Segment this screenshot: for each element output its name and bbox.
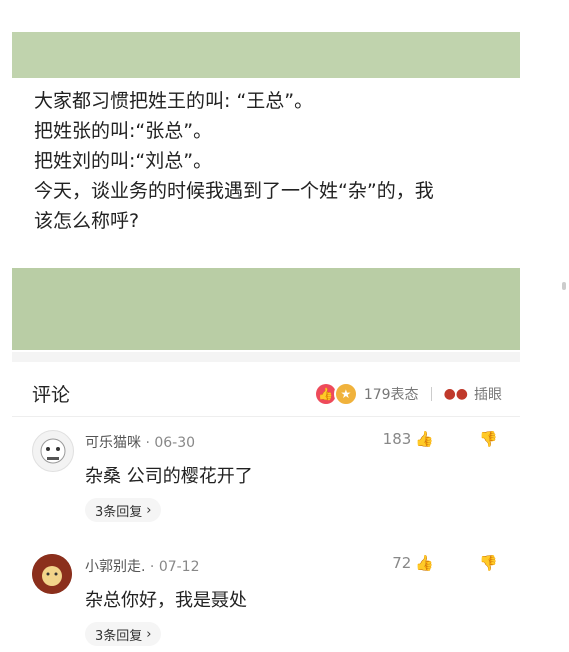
replies-button[interactable]: 3条回复 › <box>85 622 162 646</box>
thumb-up-icon: 👍 <box>415 554 434 572</box>
post-line-5: 该怎么称呼? <box>34 210 140 232</box>
divider <box>430 387 432 401</box>
comment-text: 杂总你好，我是聂处 <box>85 590 247 611</box>
reactions-count[interactable]: 179表态 <box>364 384 419 404</box>
fun-reaction-icon: ★ <box>333 382 358 406</box>
thumb-up-icon: 👍 <box>415 430 434 448</box>
thumb-down-icon[interactable]: 👎 <box>479 430 498 448</box>
comments-title: 评论 <box>32 384 71 406</box>
post-bottom-band <box>12 268 520 350</box>
thumb-down-icon[interactable]: 👎 <box>479 554 498 572</box>
replies-label: 3条回复 <box>95 628 143 644</box>
header-divider <box>12 416 520 417</box>
username[interactable]: 可乐猫咪 <box>85 435 141 451</box>
comment-meta: 可乐猫咪 · 06-30 <box>85 432 195 452</box>
like-reaction-icon: 👍 <box>315 384 336 404</box>
chevron-right-icon: › <box>146 626 152 642</box>
chevron-right-icon: › <box>146 502 152 518</box>
replies-button[interactable]: 3条回复 › <box>85 498 162 522</box>
meta-dot: · <box>149 559 155 575</box>
comment-date: 07-12 <box>158 559 200 575</box>
post-line-3: 把姓刘的叫:“刘总”。 <box>34 150 213 172</box>
reactions-bar[interactable]: 👍 ★ 179表态 ●● 插眼 <box>315 382 502 406</box>
like-button[interactable]: 183 👍 <box>383 430 434 448</box>
edge-mark <box>562 282 566 290</box>
post-top-band <box>12 32 520 78</box>
like-count: 183 <box>382 430 412 448</box>
section-separator <box>12 352 520 362</box>
like-count: 72 <box>392 554 412 572</box>
avatar[interactable] <box>32 430 74 472</box>
username[interactable]: 小郭别走. <box>85 559 145 575</box>
comment-text: 杂桑 公司的樱花开了 <box>85 466 253 487</box>
comments-header: 评论 👍 ★ 179表态 ●● 插眼 <box>12 366 520 416</box>
comment-date: 06-30 <box>154 435 196 451</box>
avatar[interactable] <box>32 554 72 594</box>
eyes-icon: ●● <box>443 386 468 402</box>
comment-meta: 小郭别走. · 07-12 <box>85 556 200 576</box>
meta-dot: · <box>145 435 150 451</box>
post-line-2: 把姓张的叫:“张总”。 <box>34 120 213 142</box>
like-button[interactable]: 72 👍 <box>392 554 434 572</box>
replies-label: 3条回复 <box>95 504 143 520</box>
post-text-area: 大家都习惯把姓王的叫: “王总”。 把姓张的叫:“张总”。 把姓刘的叫:“刘总”… <box>12 78 520 268</box>
post-image: 大家都习惯把姓王的叫: “王总”。 把姓张的叫:“张总”。 把姓刘的叫:“刘总”… <box>12 32 520 350</box>
post-line-4: 今天，谈业务的时候我遇到了一个姓“杂”的，我 <box>34 180 434 202</box>
insert-eyes-button[interactable]: 插眼 <box>474 384 502 404</box>
post-line-1: 大家都习惯把姓王的叫: “王总”。 <box>34 90 314 112</box>
